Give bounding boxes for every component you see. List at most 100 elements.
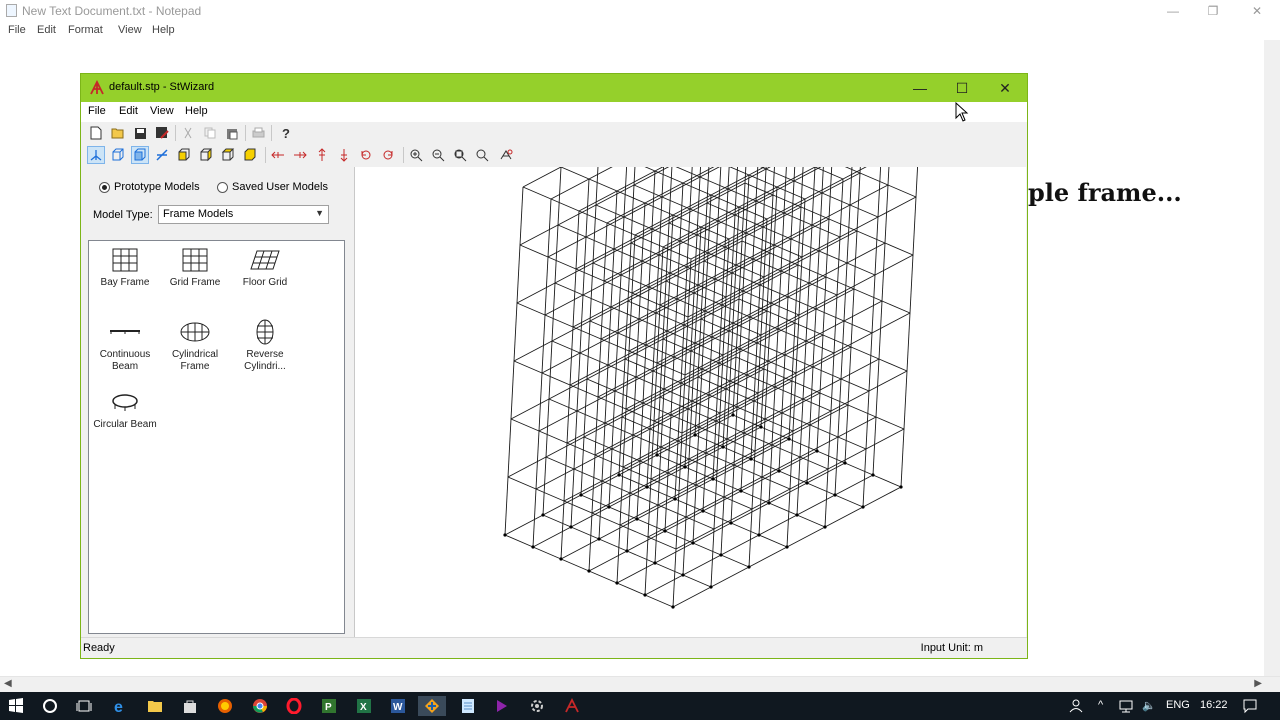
notepad-restore-button[interactable]: ❐ — [1198, 2, 1228, 20]
frame-member — [793, 122, 798, 182]
save-button[interactable] — [131, 124, 149, 142]
model-continuous-beam[interactable]: Continuous Beam — [89, 319, 161, 373]
axis-view-button[interactable] — [87, 146, 105, 164]
copy-button[interactable] — [201, 124, 219, 142]
notepad-menu-edit[interactable]: Edit — [37, 24, 56, 36]
radio-saved-user-models[interactable]: Saved User Models — [217, 181, 328, 193]
menu-view[interactable]: View — [150, 105, 174, 117]
model-bay-frame[interactable]: Bay Frame — [89, 247, 161, 289]
zoom-window-button[interactable] — [451, 146, 469, 164]
radio-saved-dot[interactable] — [217, 181, 228, 193]
notepad-menu-view[interactable]: View — [118, 24, 142, 36]
frame-member — [563, 442, 568, 502]
notepad-menu-file[interactable]: File — [8, 24, 26, 36]
taskbar-notepad[interactable] — [458, 696, 478, 716]
taskbar-opera[interactable] — [284, 696, 304, 716]
stwizard-titlebar[interactable]: default.stp - StWizard — ☐ ✕ — [81, 74, 1027, 102]
frame-member — [840, 320, 845, 380]
help-button[interactable]: ? — [277, 124, 295, 142]
zoom-extents-button[interactable] — [473, 146, 491, 164]
taskbar-chrome[interactable] — [250, 696, 270, 716]
action-center-icon[interactable] — [1242, 698, 1258, 714]
taskbar-staad-app[interactable] — [418, 696, 446, 716]
notepad-close-button[interactable]: ✕ — [1242, 2, 1272, 20]
language-indicator[interactable]: ENG — [1166, 699, 1190, 711]
frame-member — [649, 428, 679, 442]
view-perspective-button[interactable] — [241, 146, 259, 164]
frame-node — [673, 497, 677, 501]
scroll-left-icon[interactable]: ◀ — [4, 678, 12, 689]
zoom-in-button[interactable] — [407, 146, 425, 164]
zoom-out-button[interactable] — [429, 146, 447, 164]
rotate-ccw-button[interactable] — [357, 146, 375, 164]
taskbar-media[interactable] — [492, 696, 512, 716]
radio-prototype-models[interactable]: Prototype Models — [99, 181, 200, 193]
view-top-button[interactable] — [219, 146, 237, 164]
start-button[interactable] — [6, 696, 26, 716]
notepad-menu-format[interactable]: Format — [68, 24, 103, 36]
stwizard-minimize-button[interactable]: — — [905, 78, 935, 98]
cortana-button[interactable] — [40, 696, 60, 716]
model-circular-beam[interactable]: Circular Beam — [89, 389, 161, 431]
frame-member — [853, 230, 858, 290]
notepad-content-text[interactable]: ple frame... — [1028, 178, 1182, 207]
radio-prototype-dot[interactable] — [99, 181, 110, 193]
tray-expand-icon[interactable]: ^ — [1098, 699, 1103, 711]
rotate-cw-button[interactable] — [379, 146, 397, 164]
notepad-menu-help[interactable]: Help — [152, 24, 175, 36]
taskbar-stwizard[interactable] — [562, 696, 582, 716]
taskbar-project[interactable]: P — [319, 696, 339, 716]
stwizard-maximize-button[interactable]: ☐ — [947, 78, 977, 98]
frame-member — [660, 426, 700, 448]
cube-top-icon — [221, 148, 235, 161]
model-grid-frame[interactable]: Grid Frame — [159, 247, 231, 289]
save-as-button[interactable] — [153, 124, 171, 142]
taskbar-firefox[interactable] — [215, 696, 235, 716]
move-up-button[interactable] — [313, 146, 331, 164]
toolbar-separator — [265, 147, 266, 163]
menu-file[interactable]: File — [88, 105, 106, 117]
model-floor-grid[interactable]: Floor Grid — [229, 247, 301, 289]
open-file-button[interactable] — [109, 124, 127, 142]
taskbar-file-explorer[interactable] — [145, 696, 165, 716]
notepad-vertical-scrollbar[interactable] — [1264, 40, 1280, 676]
model-3d-viewport[interactable] — [354, 66, 1026, 637]
menu-help[interactable]: Help — [185, 105, 208, 117]
iso-view-button[interactable] — [109, 146, 127, 164]
paste-button[interactable] — [223, 124, 241, 142]
shaded-view-button[interactable] — [131, 146, 149, 164]
people-icon[interactable] — [1068, 699, 1084, 713]
frame-member — [566, 422, 606, 444]
frame-member — [598, 538, 628, 552]
stwizard-close-button[interactable]: ✕ — [990, 78, 1020, 98]
view-side-button[interactable] — [197, 146, 215, 164]
print-button[interactable] — [249, 124, 267, 142]
menu-edit[interactable]: Edit — [119, 105, 138, 117]
view-front-button[interactable] — [175, 146, 193, 164]
frame-member — [597, 338, 602, 398]
model-reverse-cylindrical[interactable]: Reverse Cylindri... — [229, 319, 301, 373]
move-right-button[interactable] — [291, 146, 309, 164]
frame-member — [560, 538, 600, 560]
new-file-button[interactable] — [87, 124, 105, 142]
notepad-minimize-button[interactable]: — — [1158, 2, 1188, 20]
taskbar-settings[interactable] — [527, 696, 547, 716]
move-left-button[interactable] — [269, 146, 287, 164]
network-icon[interactable] — [1118, 699, 1134, 713]
taskbar-excel[interactable]: X — [354, 696, 374, 716]
taskbar-store[interactable] — [180, 696, 200, 716]
move-down-button[interactable] — [335, 146, 353, 164]
frame-node — [645, 485, 649, 489]
model-type-select[interactable]: Frame Models ▼ — [158, 205, 329, 224]
clock[interactable]: 16:22 — [1200, 699, 1228, 711]
cut-button[interactable] — [179, 124, 197, 142]
volume-icon[interactable]: 🔈 — [1142, 699, 1156, 712]
task-view-button[interactable] — [74, 696, 94, 716]
model-cylindrical-frame[interactable]: Cylindrical Frame — [159, 319, 231, 373]
taskbar-edge[interactable]: e — [110, 696, 130, 716]
pan-rotate-button[interactable] — [497, 146, 515, 164]
scroll-right-icon[interactable]: ▶ — [1254, 678, 1262, 689]
node-view-button[interactable] — [153, 146, 171, 164]
notepad-horizontal-scrollbar[interactable]: ◀ ▶ — [0, 676, 1280, 692]
taskbar-word[interactable]: W — [388, 696, 408, 716]
